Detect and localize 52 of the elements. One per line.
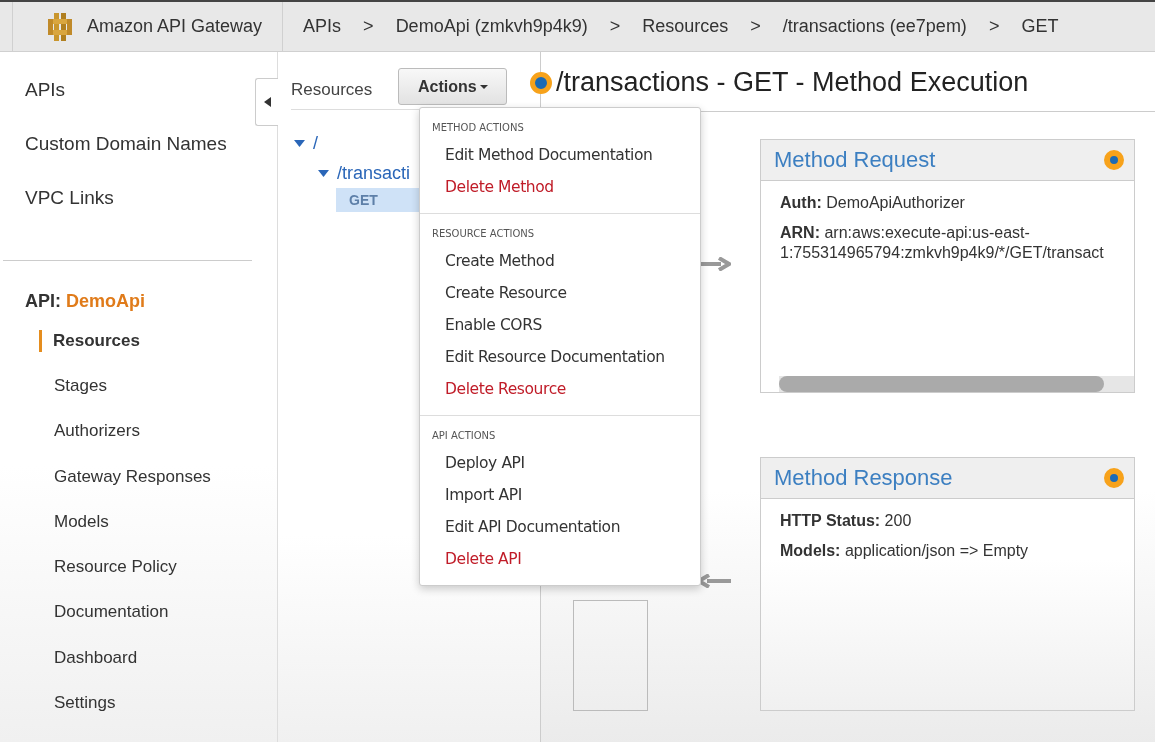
menu-item[interactable]: Import API <box>420 479 700 511</box>
collapse-tab[interactable] <box>255 78 278 126</box>
menu-item[interactable]: Delete Resource <box>420 373 700 405</box>
sidebar-link[interactable]: APIs <box>25 76 252 130</box>
expand-icon <box>294 139 305 147</box>
api-heading: API: DemoApi <box>24 291 147 312</box>
logo-icon <box>45 11 75 42</box>
card-field: Auth: DemoApiAuthorizer <box>780 193 1115 213</box>
card-field: HTTP Status: 200 <box>780 511 1115 531</box>
sidebar-item[interactable]: Stages <box>39 375 277 421</box>
breadcrumb-separator: > <box>362 16 375 37</box>
sidebar-item[interactable]: Resource Policy <box>39 556 277 602</box>
menu-item[interactable]: Enable CORS <box>420 309 700 341</box>
menu-item[interactable]: Create Method <box>420 245 700 277</box>
sidebar-item[interactable]: Gateway Responses <box>39 465 277 511</box>
sidebar-item[interactable]: Settings <box>39 692 277 738</box>
page-title: /transactions - GET - Method Execution <box>556 67 1029 98</box>
sidebar-item[interactable]: Documentation <box>39 601 277 647</box>
collapse-icon <box>263 97 271 107</box>
menu-item[interactable]: Edit API Documentation <box>420 511 700 543</box>
sidebar-link[interactable]: VPC Links <box>25 184 252 238</box>
menu-item[interactable]: Create Resource <box>420 277 700 309</box>
breadcrumb-separator: > <box>749 16 762 37</box>
card-field: ARN: arn:aws:execute-api:us-east-1:755314965794:zmkvh9p4k9/*/GET/transact <box>780 223 1115 263</box>
menu-item[interactable]: Deploy API <box>420 447 700 479</box>
scrollbar[interactable] <box>779 376 1134 392</box>
expand-icon <box>318 169 329 177</box>
sidebar-item[interactable]: Authorizers <box>39 420 277 466</box>
status-dot-icon <box>1104 468 1124 488</box>
breadcrumb-link[interactable]: DemoApi (zmkvh9p4k9) <box>395 16 588 37</box>
breadcrumb-separator: > <box>987 16 1001 37</box>
breadcrumb-link[interactable]: APIs <box>303 16 342 37</box>
sidebar-item[interactable]: Models <box>39 510 277 557</box>
sidebar-link[interactable]: Custom Domain Names <box>25 130 252 184</box>
panel-title: Resources <box>291 78 373 100</box>
sidebar-item[interactable]: Dashboard <box>39 646 277 693</box>
breadcrumb-link[interactable]: /transactions (ee7pem) <box>782 16 967 37</box>
breadcrumb-link[interactable]: GET <box>1021 16 1059 37</box>
status-dot-icon <box>1104 150 1124 170</box>
brand-name: Amazon API Gateway <box>87 16 263 37</box>
breadcrumb-link[interactable]: Resources <box>642 16 729 37</box>
menu-section-heading: METHOD ACTIONS <box>431 122 525 133</box>
actions-button[interactable]: Actions <box>398 68 508 105</box>
card-field: Models: application/json => Empty <box>780 541 1115 561</box>
caret-icon <box>479 84 488 89</box>
menu-item[interactable]: Delete Method <box>420 171 700 203</box>
menu-section-heading: RESOURCE ACTIONS <box>431 228 536 239</box>
menu-item[interactable]: Edit Resource Documentation <box>420 341 700 373</box>
menu-item[interactable]: Delete API <box>420 543 700 575</box>
menu-item[interactable]: Edit Method Documentation <box>420 139 700 171</box>
breadcrumb-separator: > <box>608 16 622 37</box>
menu-section-heading: API ACTIONS <box>431 430 497 441</box>
